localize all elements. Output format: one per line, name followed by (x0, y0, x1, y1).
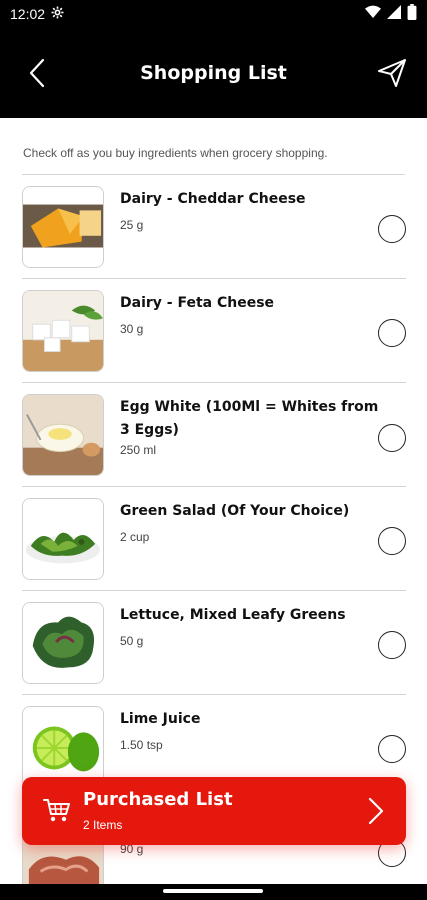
status-bar: 12:02 (0, 0, 427, 28)
navigation-bar (0, 884, 427, 900)
page-title: Shopping List (140, 62, 287, 84)
item-image (22, 706, 104, 788)
cart-icon (43, 799, 70, 822)
lettuce-image (23, 603, 103, 683)
list-item[interactable]: Egg White (100Ml = Whites from 3 Eggs) 2… (22, 383, 406, 487)
back-button[interactable] (22, 56, 52, 90)
wifi-icon (365, 5, 381, 23)
item-quantity: 2 cup (120, 530, 150, 544)
item-image (22, 394, 104, 476)
item-quantity: 50 g (120, 634, 144, 648)
item-quantity: 25 g (120, 218, 144, 232)
item-name: Egg White (100Ml = Whites from 3 Eggs) (120, 399, 379, 438)
item-quantity: 1.50 tsp (120, 738, 163, 752)
list-item[interactable]: Dairy - Feta Cheese 30 g (22, 279, 406, 383)
item-quantity: 30 g (120, 322, 144, 336)
hint-text: Check off as you buy ingredients when gr… (23, 146, 328, 160)
list-item[interactable]: Dairy - Cheddar Cheese 25 g (22, 175, 406, 279)
settings-icon (51, 6, 64, 23)
item-name: Dairy - Cheddar Cheese (120, 191, 306, 207)
battery-icon (407, 4, 417, 24)
item-image (22, 602, 104, 684)
item-image (22, 498, 104, 580)
send-button[interactable] (375, 56, 409, 90)
checkbox[interactable] (378, 319, 406, 347)
item-image (22, 290, 104, 372)
list-item[interactable]: Lettuce, Mixed Leafy Greens 50 g (22, 591, 406, 695)
chevron-left-icon (29, 58, 45, 88)
list-item[interactable]: Green Salad (Of Your Choice) 2 cup (22, 487, 406, 591)
purchased-list-title: Purchased List (83, 789, 233, 810)
item-name: Lime Juice (120, 711, 201, 727)
checkbox[interactable] (378, 215, 406, 243)
item-image (22, 186, 104, 268)
item-quantity: 250 ml (120, 443, 157, 457)
status-time: 12:02 (10, 6, 46, 22)
app-bar: Shopping List (0, 28, 427, 118)
purchased-count: 2 Items (83, 818, 123, 832)
checkbox[interactable] (378, 735, 406, 763)
checkbox[interactable] (378, 631, 406, 659)
egg-white-image (23, 395, 103, 475)
checkbox[interactable] (378, 527, 406, 555)
checkbox[interactable] (378, 424, 406, 452)
cheddar-cheese-image (23, 187, 103, 267)
item-name: Green Salad (Of Your Choice) (120, 503, 350, 519)
feta-cheese-image (23, 291, 103, 371)
green-salad-image (23, 499, 103, 579)
purchased-list-button[interactable]: Purchased List 2 Items (22, 777, 406, 845)
shopping-list-content: Check off as you buy ingredients when gr… (0, 118, 427, 890)
item-name: Dairy - Feta Cheese (120, 295, 275, 311)
lime-image (23, 707, 103, 787)
send-icon (378, 59, 406, 87)
chevron-right-icon (368, 797, 384, 825)
signal-icon (387, 5, 401, 23)
home-handle[interactable] (163, 889, 263, 893)
item-name: Lettuce, Mixed Leafy Greens (120, 607, 346, 623)
